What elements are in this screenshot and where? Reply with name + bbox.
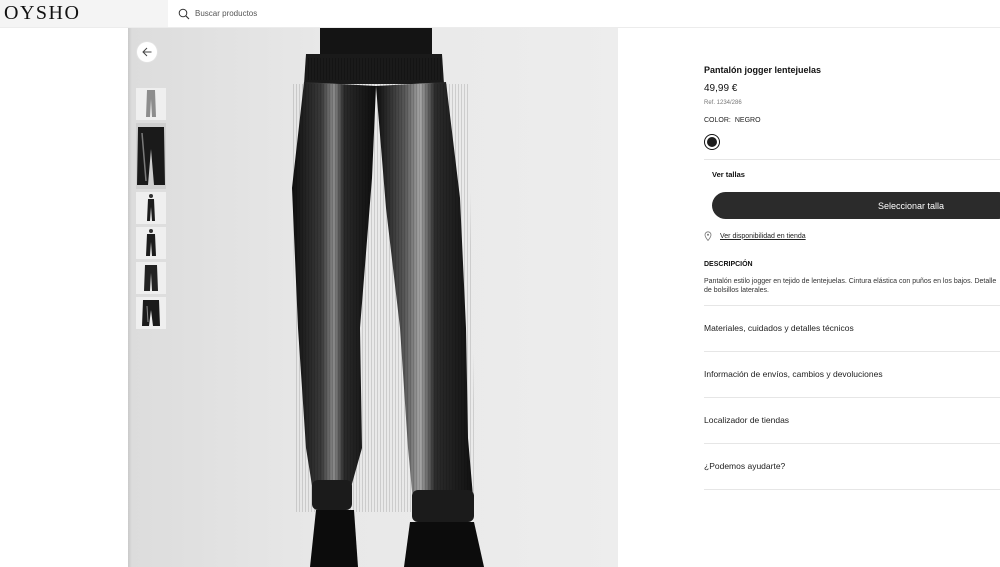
product-title: Pantalón jogger lentejuelas (704, 65, 822, 75)
accordion-help[interactable]: ¿Podemos ayudarte? (704, 443, 1000, 489)
search-bar[interactable] (168, 0, 1000, 27)
location-pin-icon (704, 231, 712, 241)
accordion-store-locator[interactable]: Localizador de tiendas (704, 397, 1000, 443)
search-input[interactable] (195, 9, 495, 18)
product-reference: Ref. 1234/286 (704, 100, 742, 106)
arrow-left-icon (142, 47, 152, 57)
divider (704, 489, 1000, 490)
left-cuff (312, 480, 352, 510)
color-label: COLOR: (704, 117, 731, 124)
left-gutter (0, 28, 128, 567)
thumbnail-strip (136, 88, 166, 332)
thumbnail[interactable] (136, 88, 166, 120)
description-title: DESCRIPCIÓN (704, 261, 753, 268)
thumbnail[interactable] (136, 227, 166, 259)
accordion-shipping[interactable]: Información de envíos, cambios y devoluc… (704, 351, 1000, 397)
product-price: 49,99 € (704, 83, 738, 94)
brand-logo[interactable]: OYSHO (4, 2, 80, 25)
accordion-label: Materiales, cuidados y detalles técnicos (704, 323, 854, 333)
product-info-panel: Pantalón jogger lentejuelas 49,99 € Ref.… (704, 28, 1000, 567)
accordion-label: ¿Podemos ayudarte? (704, 461, 786, 471)
search-icon (178, 8, 190, 19)
right-cuff (412, 490, 474, 522)
thumbnail-active[interactable] (136, 123, 166, 189)
top-garment (320, 28, 432, 58)
left-boot (310, 510, 358, 567)
header: OYSHO (0, 0, 1000, 28)
color-value: NEGRO (734, 117, 761, 124)
back-button[interactable] (137, 42, 157, 62)
color-swatch-fill (707, 137, 717, 147)
divider (704, 159, 1000, 160)
accordion-label: Localizador de tiendas (704, 415, 790, 425)
select-size-button[interactable]: Seleccionar talla (712, 192, 1000, 219)
color-row: COLOR: NEGRO (704, 117, 761, 124)
color-swatch[interactable] (704, 134, 720, 150)
store-availability-label[interactable]: Ver disponibilidad en tienda (720, 233, 806, 240)
accordion-materials[interactable]: Materiales, cuidados y detalles técnicos (704, 305, 1000, 351)
description-text: Pantalón estilo jogger en tejido de lent… (704, 278, 997, 294)
thumbnail[interactable] (136, 262, 166, 294)
view-sizes-link[interactable]: Ver tallas (712, 170, 745, 179)
thumbnail[interactable] (136, 192, 166, 224)
right-boot (404, 522, 484, 567)
accordion-label: Información de envíos, cambios y devoluc… (704, 369, 883, 379)
store-availability-link[interactable]: Ver disponibilidad en tienda (704, 231, 806, 241)
thumbnail[interactable] (136, 297, 166, 329)
gallery-edge (128, 28, 132, 567)
product-main-image[interactable] (236, 28, 526, 567)
